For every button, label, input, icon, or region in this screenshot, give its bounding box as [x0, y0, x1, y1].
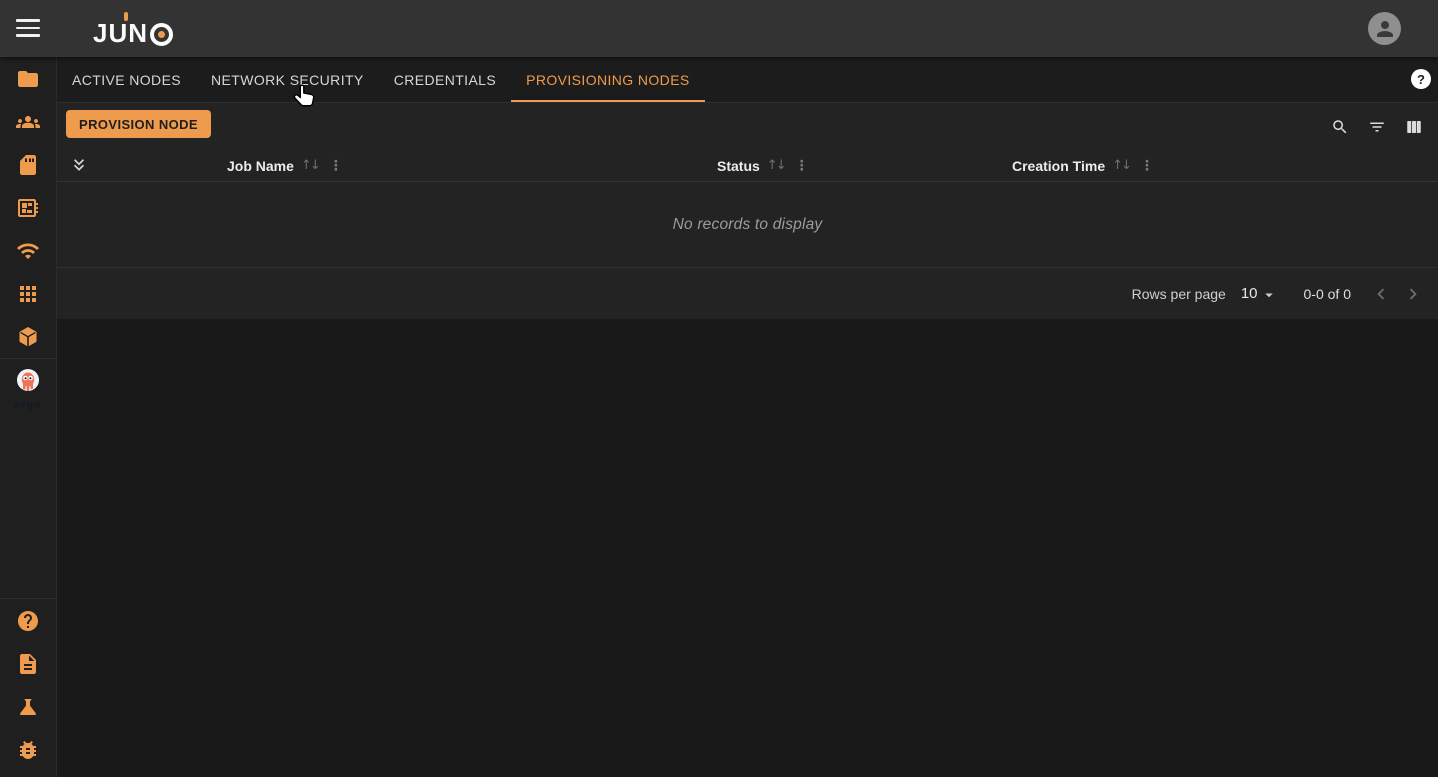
column-menu-icon[interactable]: ⋮ — [795, 158, 809, 174]
column-header-status[interactable]: Status ↑↓ ⋮ — [717, 150, 809, 181]
table-paper: PROVISION NODE — [57, 103, 1438, 319]
help-button[interactable]: ? — [1411, 69, 1431, 89]
previous-page-button[interactable] — [1369, 282, 1393, 306]
table-empty-state: No records to display — [57, 181, 1438, 268]
logo-o-ring — [150, 23, 173, 46]
search-icon — [1331, 118, 1349, 136]
sort-icon[interactable]: ↑↓ — [1112, 158, 1130, 173]
sidebar-item-sim-cards[interactable] — [0, 143, 56, 186]
app-root: { "colors": { "accent": "#EF9B4E", "appb… — [0, 0, 1438, 777]
juno-logo: JU N — [93, 12, 173, 46]
groups-icon — [16, 110, 40, 134]
columns-button[interactable] — [1405, 118, 1423, 136]
sidebar-item-folders[interactable] — [0, 57, 56, 100]
rows-per-page-value: 10 — [1241, 285, 1258, 302]
help-icon — [16, 609, 40, 633]
logo-o-dot — [158, 31, 165, 38]
tab-bar: ACTIVE NODES NETWORK SECURITY CREDENTIAL… — [57, 57, 1438, 103]
tab-active-nodes[interactable]: ACTIVE NODES — [57, 57, 196, 102]
tab-credentials[interactable]: CREDENTIALS — [379, 57, 511, 102]
pagination-bar: Rows per page 10 0-0 of 0 — [57, 268, 1438, 319]
column-menu-icon[interactable]: ⋮ — [1140, 158, 1154, 174]
chevron-left-icon — [1370, 283, 1392, 305]
hamburger-icon — [16, 19, 40, 22]
wifi-icon — [16, 239, 40, 263]
sidebar-item-devices[interactable] — [0, 186, 56, 229]
chevron-down-icon — [1260, 286, 1278, 304]
logo-text: N — [128, 20, 148, 46]
developer-board-icon — [16, 196, 40, 220]
bug-icon — [16, 738, 40, 762]
sort-icon[interactable]: ↑↓ — [301, 158, 319, 173]
argo-logo-icon — [13, 368, 43, 400]
column-header-job-name[interactable]: Job Name ↑↓ ⋮ — [227, 150, 343, 181]
user-avatar-button[interactable] — [1368, 12, 1401, 45]
columns-icon — [1405, 118, 1423, 136]
search-button[interactable] — [1331, 118, 1349, 136]
sidebar-bottom-group — [0, 598, 56, 777]
tab-network-security[interactable]: NETWORK SECURITY — [196, 57, 379, 102]
toolbar-icon-group — [1331, 103, 1423, 150]
column-menu-icon[interactable]: ⋮ — [329, 158, 343, 174]
app-bar: JU N — [0, 0, 1438, 57]
sim-card-icon — [16, 153, 40, 177]
expand-all-button[interactable] — [69, 155, 89, 178]
sidebar-item-docs[interactable] — [0, 642, 56, 685]
apps-icon — [16, 282, 40, 306]
sort-icon[interactable]: ↑↓ — [767, 158, 785, 173]
sidebar-item-bug-report[interactable] — [0, 728, 56, 771]
sidebar-item-groups[interactable] — [0, 100, 56, 143]
logo-tick-accent — [124, 12, 128, 21]
sidebar-item-help[interactable] — [0, 599, 56, 642]
rows-per-page-select[interactable]: 10 — [1241, 284, 1278, 304]
next-page-button[interactable] — [1401, 282, 1425, 306]
filter-button[interactable] — [1368, 118, 1386, 136]
sidebar-item-argo[interactable]: argo — [0, 359, 56, 415]
sidebar-item-network[interactable] — [0, 229, 56, 272]
table-toolbar: PROVISION NODE — [57, 103, 1438, 150]
provision-node-button[interactable]: PROVISION NODE — [66, 110, 211, 138]
rows-per-page-label: Rows per page — [1132, 286, 1226, 302]
column-header-creation-time[interactable]: Creation Time ↑↓ ⋮ — [1012, 150, 1154, 181]
argo-label: argo — [14, 400, 42, 411]
logo-text: JU — [93, 20, 128, 46]
hamburger-menu-button[interactable] — [16, 19, 40, 37]
empty-message: No records to display — [673, 216, 823, 234]
sidebar-item-labs[interactable] — [0, 685, 56, 728]
column-label: Job Name — [227, 158, 294, 174]
folder-icon — [16, 67, 40, 91]
cube-icon — [16, 325, 40, 349]
filter-icon — [1368, 118, 1386, 136]
column-label: Status — [717, 158, 760, 174]
table-header: Job Name ↑↓ ⋮ Status ↑↓ ⋮ Creation Time … — [57, 150, 1438, 181]
double-chevron-down-icon — [69, 155, 89, 175]
science-icon — [16, 695, 40, 719]
main-content: ACTIVE NODES NETWORK SECURITY CREDENTIAL… — [57, 57, 1438, 777]
sidebar: argo — [0, 57, 57, 777]
chevron-right-icon — [1402, 283, 1424, 305]
column-label: Creation Time — [1012, 158, 1105, 174]
pagination-range: 0-0 of 0 — [1304, 286, 1351, 302]
person-icon — [1373, 17, 1397, 41]
sidebar-item-packages[interactable] — [0, 315, 56, 358]
sidebar-item-apps[interactable] — [0, 272, 56, 315]
tab-provisioning-nodes[interactable]: PROVISIONING NODES — [511, 57, 705, 102]
document-icon — [16, 652, 40, 676]
app-shell: argo ACTIVE NODES NETWORK SECURITY CREDE… — [0, 57, 1438, 777]
